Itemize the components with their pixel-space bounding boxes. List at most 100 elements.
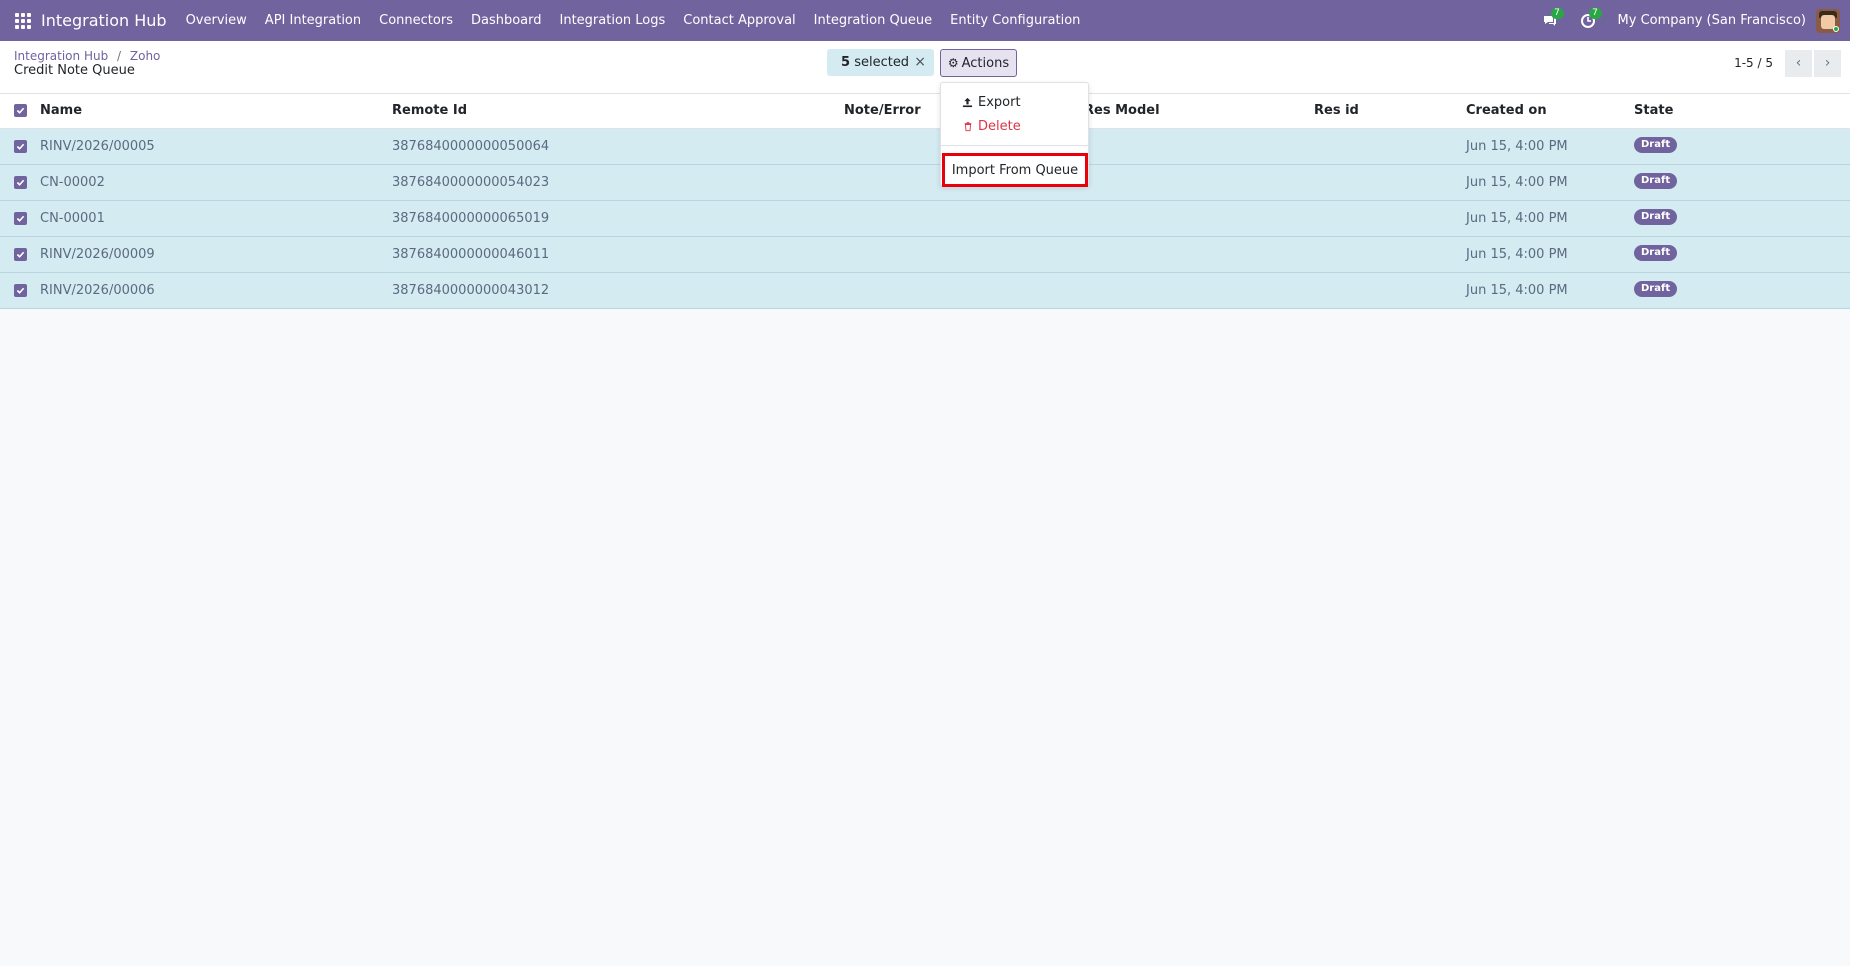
trash-icon [961,120,974,133]
chevron-left-icon: ‹ [1795,55,1802,71]
table-row[interactable]: RINV/2026/00006 3876840000000043012 Jun … [0,272,1850,308]
menu-item-dashboard[interactable]: Dashboard [462,13,551,28]
cell-res-model[interactable] [1084,236,1314,272]
cell-res-id[interactable] [1314,164,1466,200]
cell-note-error[interactable] [844,200,1084,236]
import-from-queue-menu-item[interactable]: Import From Queue [942,153,1088,187]
table-row[interactable]: CN-00002 3876840000000054023 Jun 15, 4:0… [0,164,1850,200]
actions-dropdown-menu: Export Delete Import From Queue [940,82,1089,187]
selection-indicator: 5 selected × [827,49,934,76]
chevron-right-icon: › [1824,55,1831,71]
column-header-state[interactable]: State [1634,94,1850,129]
export-menu-item[interactable]: Export [961,95,1021,110]
cell-name[interactable]: RINV/2026/00005 [40,128,392,164]
messages-count-badge: 7 [1550,8,1564,19]
cell-state[interactable]: Draft [1634,164,1850,200]
pager-next-button[interactable]: › [1814,49,1841,77]
status-badge: Draft [1634,280,1678,297]
cell-res-id[interactable] [1314,200,1466,236]
check-icon [16,251,25,258]
row-checkbox[interactable] [14,175,27,189]
page-title: Credit Note Queue [14,63,135,78]
cell-state[interactable]: Draft [1634,200,1850,236]
cell-res-id[interactable] [1314,236,1466,272]
breadcrumb: Integration Hub / Zoho [14,49,160,63]
menu-item-contact-approval[interactable]: Contact Approval [674,13,804,28]
check-icon [16,107,25,115]
cell-name[interactable]: CN-00001 [40,200,392,236]
activities-count-badge: 7 [1588,8,1602,19]
menu-item-api-integration[interactable]: API Integration [256,13,370,28]
breadcrumb-item-zoho[interactable]: Zoho [130,49,161,63]
cell-remote-id[interactable]: 3876840000000046011 [392,236,844,272]
row-checkbox[interactable] [14,211,27,225]
user-avatar[interactable] [1816,8,1840,33]
cell-res-id[interactable] [1314,272,1466,308]
status-badge: Draft [1634,136,1678,153]
cell-name[interactable]: RINV/2026/00009 [40,236,392,272]
status-badge: Draft [1634,244,1678,261]
actions-label: Actions [961,55,1010,71]
cell-remote-id[interactable]: 3876840000000050064 [392,128,844,164]
delete-menu-item[interactable]: Delete [961,119,1021,134]
cell-res-id[interactable] [1314,128,1466,164]
table-header-row: Name Remote Id Note/Error Res Model Res … [0,94,1850,129]
cell-created-on[interactable]: Jun 15, 4:00 PM [1466,200,1634,236]
cell-state[interactable]: Draft [1634,272,1850,308]
column-header-name[interactable]: Name [40,94,392,129]
cell-res-model[interactable] [1084,272,1314,308]
row-checkbox[interactable] [14,139,27,153]
column-header-created-on[interactable]: Created on [1466,94,1634,129]
row-checkbox[interactable] [14,283,27,297]
table-row[interactable]: RINV/2026/00009 3876840000000046011 Jun … [0,236,1850,272]
clear-selection-icon[interactable]: × [914,54,926,70]
cell-created-on[interactable]: Jun 15, 4:00 PM [1466,164,1634,200]
cell-note-error[interactable] [844,236,1084,272]
activities-button[interactable]: 7 [1574,0,1602,41]
actions-button[interactable]: ⚙ Actions [940,49,1017,77]
pager-value[interactable]: 1-5 / 5 [1734,56,1773,70]
row-select-cell [0,128,40,164]
cell-created-on[interactable]: Jun 15, 4:00 PM [1466,272,1634,308]
breadcrumb-item-integration-hub[interactable]: Integration Hub [14,49,108,63]
menu-item-integration-logs[interactable]: Integration Logs [551,13,675,28]
cell-remote-id[interactable]: 3876840000000054023 [392,164,844,200]
menu-item-integration-queue[interactable]: Integration Queue [805,13,941,28]
online-status-icon [1833,25,1839,32]
company-switcher[interactable]: My Company (San Francisco) [1618,13,1806,28]
menu-item-entity-configuration[interactable]: Entity Configuration [941,13,1089,28]
cell-res-model[interactable] [1084,200,1314,236]
pager-previous-button[interactable]: ‹ [1785,49,1812,77]
menu-item-connectors[interactable]: Connectors [370,13,462,28]
table-row[interactable]: RINV/2026/00005 3876840000000050064 Jun … [0,128,1850,164]
check-icon [16,143,25,150]
row-select-cell [0,272,40,308]
app-brand[interactable]: Integration Hub [41,11,167,30]
cell-state[interactable]: Draft [1634,128,1850,164]
column-header-remote-id[interactable]: Remote Id [392,94,844,129]
cell-res-model[interactable] [1084,164,1314,200]
row-select-cell [0,164,40,200]
messages-button[interactable]: 7 [1536,0,1564,41]
cell-name[interactable]: RINV/2026/00006 [40,272,392,308]
cell-state[interactable]: Draft [1634,236,1850,272]
cell-name[interactable]: CN-00002 [40,164,392,200]
menu-item-overview[interactable]: Overview [177,13,256,28]
cell-remote-id[interactable]: 3876840000000065019 [392,200,844,236]
breadcrumb-separator: / [117,49,122,63]
select-all-checkbox[interactable] [14,104,27,118]
check-icon [16,215,25,222]
cell-note-error[interactable] [844,272,1084,308]
cell-created-on[interactable]: Jun 15, 4:00 PM [1466,236,1634,272]
column-header-res-id[interactable]: Res id [1314,94,1466,129]
table-row[interactable]: CN-00001 3876840000000065019 Jun 15, 4:0… [0,200,1850,236]
row-checkbox[interactable] [14,247,27,261]
cell-remote-id[interactable]: 3876840000000043012 [392,272,844,308]
cell-res-model[interactable] [1084,128,1314,164]
cell-created-on[interactable]: Jun 15, 4:00 PM [1466,128,1634,164]
status-badge: Draft [1634,208,1678,225]
menu-divider [941,145,1088,146]
app-menu-grid-icon[interactable] [15,12,31,29]
column-header-res-model[interactable]: Res Model [1084,94,1314,129]
pager: 1-5 / 5 ‹ › [1734,49,1850,77]
